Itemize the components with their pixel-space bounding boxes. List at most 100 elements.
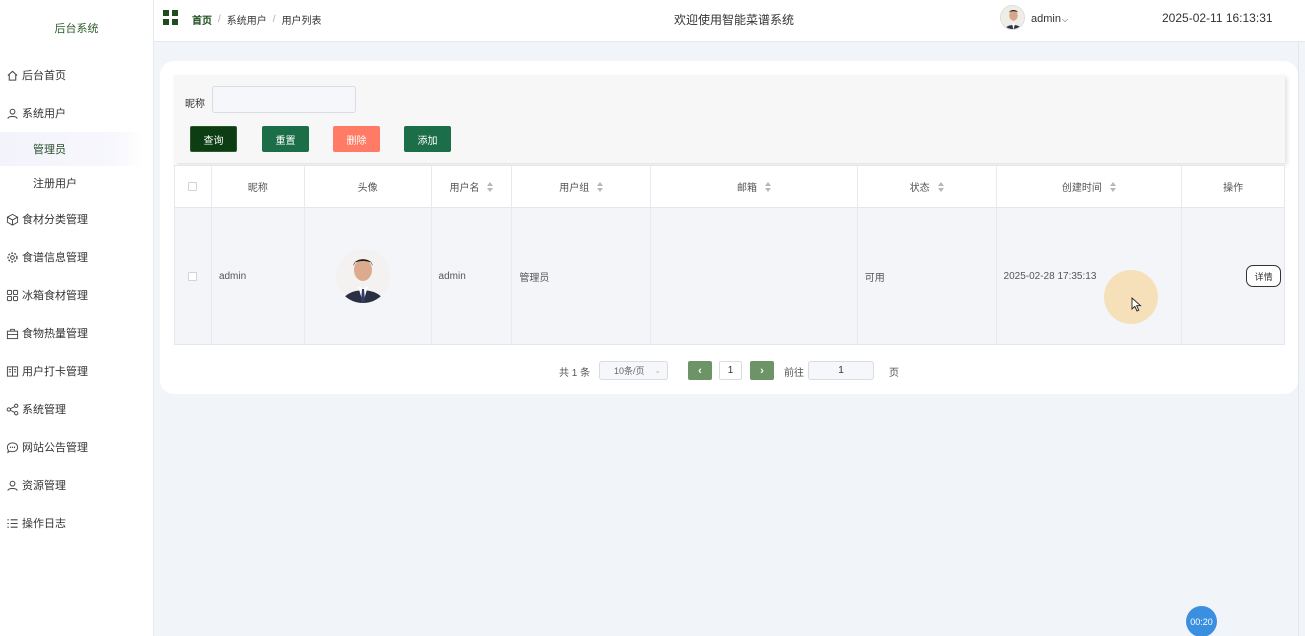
prev-page-button[interactable]: ‹ [688,361,712,380]
cell-username: admin [432,208,513,344]
cell-avatar [305,208,432,344]
sort-icon[interactable] [764,181,771,192]
sidebar-item-home[interactable]: 后台首页 [0,56,153,94]
top-header: 首页 / 系统用户 / 用户列表 欢迎使用智能菜谱系统 admin⌵ 2025-… [154,0,1305,42]
select-all-checkbox-cell [175,166,212,207]
table-header: 昵称 头像 用户名 用户组 邮箱 状态 创建时间 操作 [175,166,1284,208]
sidebar-item-label: 用户打卡管理 [22,366,88,378]
breadcrumb-user-list: 用户列表 [281,16,322,27]
sidebar-item-label: 系统管理 [22,404,66,416]
book-icon [5,364,19,378]
nickname-label: 昵称 [185,99,205,110]
select-all-checkbox[interactable] [188,182,198,191]
detail-button[interactable]: 详情 [1246,265,1282,287]
home-icon [5,68,19,82]
sidebar-item-fridge[interactable]: 冰箱食材管理 [0,276,153,314]
page-scrollbar[interactable] [1298,42,1305,636]
sidebar: 后台系统 后台首页 系统用户 管理员 注册用户 食材分类管理 食谱信息管理 冰箱… [0,0,154,636]
breadcrumb-system-users[interactable]: 系统用户 [227,12,267,27]
cell-group: 管理员 [512,208,652,344]
goto-label: 前往 [784,368,804,379]
sidebar-item-system-users[interactable]: 系统用户 [0,94,153,132]
sidebar-item-calories[interactable]: 食物热量管理 [0,314,153,352]
user-name: admin [1031,13,1061,25]
column-header-nickname: 昵称 [212,166,305,207]
sidebar-item-label: 网站公告管理 [22,442,88,454]
goto-page-input[interactable]: 1 [808,361,874,380]
sidebar-item-announcements[interactable]: 网站公告管理 [0,428,153,466]
briefcase-icon [5,326,19,340]
query-button[interactable]: 查询 [190,126,237,152]
chevron-down-icon: ⌄ [654,366,661,375]
page-size-select[interactable]: 10条/页 ⌄ [599,361,668,380]
sidebar-item-label: 食谱信息管理 [22,252,88,264]
sidebar-item-recipe-info[interactable]: 食谱信息管理 [0,238,153,276]
column-header-actions: 操作 [1223,183,1244,194]
app-title: 后台系统 [54,23,99,35]
welcome-text: 欢迎使用智能菜谱系统 [674,13,795,27]
avatar[interactable] [1000,5,1025,30]
column-header-status[interactable]: 状态 [858,166,997,207]
column-header-group[interactable]: 用户组 [512,166,652,207]
sidebar-item-label: 系统用户 [22,108,66,120]
user-dropdown[interactable]: admin⌵ [1031,13,1068,25]
menu-toggle-icon[interactable] [163,10,178,25]
sidebar-subitem-registered-users[interactable]: 注册用户 [0,166,153,200]
sidebar-item-checkin[interactable]: 用户打卡管理 [0,352,153,390]
sidebar-item-resources[interactable]: 资源管理 [0,466,153,504]
gear-icon [5,250,19,264]
sidebar-item-label: 食材分类管理 [22,214,88,226]
user-icon [5,478,19,492]
delete-button[interactable]: 删除 [333,126,380,152]
sort-icon[interactable] [937,181,944,192]
page-number-current[interactable]: 1 [719,361,742,380]
cube-icon [5,212,19,226]
page-suffix: 页 [889,368,899,379]
column-header-created[interactable]: 创建时间 [997,166,1183,207]
cell-created: 2025-02-28 17:35:13 [997,208,1183,344]
chevron-right-icon: › [760,364,764,377]
share-icon [5,402,19,416]
page-size-value: 10条/页 [614,366,645,376]
sidebar-item-label: 食物热量管理 [22,328,88,340]
sidebar-item-label: 冰箱食材管理 [22,290,88,302]
cell-status: 可用 [858,208,997,344]
sort-icon[interactable] [487,181,494,192]
sidebar-item-label: 操作日志 [22,518,66,530]
sort-icon[interactable] [597,181,604,192]
add-button[interactable]: 添加 [404,126,451,152]
mouse-cursor-icon [1131,296,1142,315]
search-panel: 昵称 查询 重置 删除 添加 [174,75,1285,163]
next-page-button[interactable]: › [750,361,774,380]
column-header-email[interactable]: 邮箱 [651,166,858,207]
sidebar-item-ingredient-category[interactable]: 食材分类管理 [0,200,153,238]
sidebar-item-label: 后台首页 [22,70,66,82]
sidebar-item-logs[interactable]: 操作日志 [0,504,153,542]
user-avatar-image[interactable] [335,249,390,303]
column-header-username[interactable]: 用户名 [432,166,513,207]
recording-timer: 00:20 [1186,606,1217,636]
chevron-down-icon: ⌵ [1061,15,1069,24]
datetime: 2025-02-11 16:13:31 [1162,11,1273,25]
chevron-left-icon: ‹ [698,364,702,377]
row-checkbox[interactable] [188,271,198,281]
grid-icon [5,288,19,302]
chat-icon [5,440,19,454]
user-icon [5,106,19,120]
sidebar-subitem-admin[interactable]: 管理员 [0,132,143,166]
pagination: 共 1 条 10条/页 ⌄ ‹ 1 › 前往 1 页 [160,361,1298,381]
pagination-total: 共 1 条 [559,368,591,379]
reset-button[interactable]: 重置 [262,126,309,152]
sidebar-item-system[interactable]: 系统管理 [0,390,153,428]
content-card: 昵称 查询 重置 删除 添加 昵称 头像 用户名 用户组 邮箱 状态 创建时间 … [160,61,1298,394]
sidebar-item-label: 资源管理 [22,480,66,492]
cell-actions: 详情 [1182,208,1284,344]
list-icon [5,516,19,530]
breadcrumb-home[interactable]: 首页 [192,12,212,27]
column-header-avatar: 头像 [305,166,432,207]
breadcrumb: 首页 / 系统用户 / 用户列表 [192,12,322,27]
cell-nickname: admin [212,208,305,344]
sort-icon[interactable] [1109,181,1116,192]
nickname-search-input[interactable] [212,86,356,113]
cell-email [651,208,858,344]
